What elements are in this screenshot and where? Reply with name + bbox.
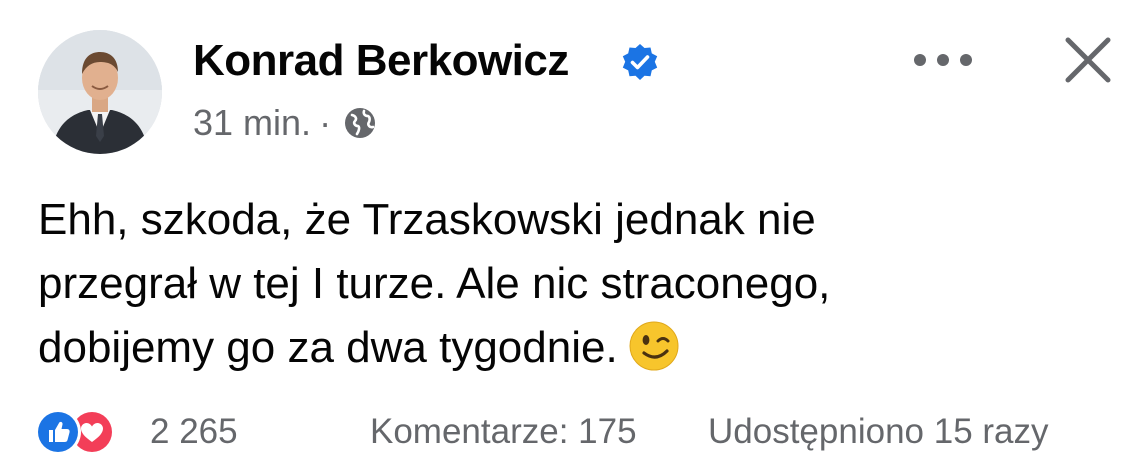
like-icon: [38, 412, 78, 452]
more-options-button[interactable]: [908, 40, 978, 80]
verified-badge-icon: [622, 44, 658, 80]
close-icon: [1065, 37, 1111, 83]
shares-count[interactable]: Udostępniono 15 razy: [708, 412, 1049, 452]
post-text: Ehh, szkoda, że Trzaskowski jednak nie p…: [38, 188, 1098, 380]
post-text-line-content: dobijemy go za dwa tygodnie.: [38, 323, 618, 372]
post-footer: 2 265 Komentarze: 175 Udostępniono 15 ra…: [38, 408, 1113, 458]
post-text-line-last: dobijemy go za dwa tygodnie.: [38, 316, 1098, 380]
post-text-line: przegrał w tej I turze. Ale nic stracone…: [38, 259, 831, 308]
profile-photo: [38, 30, 162, 154]
comments-count[interactable]: Komentarze: 175: [370, 412, 637, 452]
facebook-post: Konrad Berkowicz 31 min. · Ehh, szkoda, …: [0, 0, 1145, 469]
globe-icon: [345, 108, 376, 138]
winking-face-icon: [629, 321, 679, 371]
reactions[interactable]: [38, 408, 138, 458]
post-text-line: Ehh, szkoda, że Trzaskowski jednak nie: [38, 195, 816, 244]
timestamp[interactable]: 31 min.: [193, 102, 311, 144]
post-meta: 31 min. ·: [193, 102, 377, 144]
love-icon: [72, 412, 112, 452]
meta-separator: ·: [319, 102, 332, 143]
close-button[interactable]: [1052, 24, 1124, 96]
reaction-count[interactable]: 2 265: [150, 412, 238, 452]
avatar[interactable]: [38, 30, 162, 154]
author-name[interactable]: Konrad Berkowicz: [193, 36, 569, 86]
more-options-icon: [914, 54, 972, 66]
